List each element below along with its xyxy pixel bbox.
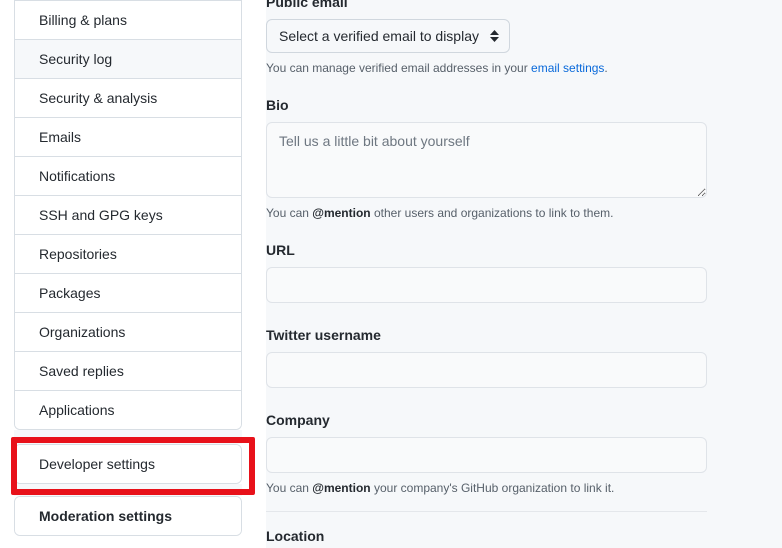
public-email-label: Public email [266,0,348,10]
url-label: URL [266,242,295,258]
sidebar-item-billing-plans[interactable]: Billing & plans [15,0,241,39]
public-email-select[interactable]: Select a verified email to display [266,19,510,53]
sidebar-item-moderation-settings[interactable]: Moderation settings [15,497,241,535]
twitter-username-input[interactable] [266,352,707,388]
public-email-select-wrap: Select a verified email to display [266,19,510,53]
bio-textarea[interactable] [266,122,707,198]
sidebar-item-ssh-gpg-keys[interactable]: SSH and GPG keys [15,195,241,234]
sidebar-item-organizations[interactable]: Organizations [15,312,241,351]
public-email-help-prefix: You can manage verified email addresses … [266,61,532,75]
field-location: Location [266,526,707,548]
company-label: Company [266,412,330,428]
location-label: Location [266,528,325,544]
field-bio: Bio You can @mention other users and org… [266,95,707,222]
company-help-suffix: your company's GitHub organization to li… [370,481,615,495]
field-twitter-username: Twitter username [266,325,707,388]
sidebar-item-packages[interactable]: Packages [15,273,241,312]
public-email-help: You can manage verified email addresses … [266,59,707,77]
profile-form-panel: Public email Select a verified email to … [266,0,782,548]
url-input[interactable] [266,267,707,303]
company-help-prefix: You can [266,481,313,495]
sidebar-gap-2 [14,484,242,496]
sidebar-item-notifications[interactable]: Notifications [15,156,241,195]
bio-label: Bio [266,97,289,113]
company-help: You can @mention your company's GitHub o… [266,479,707,497]
field-company: Company You can @mention your company's … [266,410,707,497]
sidebar-item-emails[interactable]: Emails [15,117,241,156]
bio-help-prefix: You can [266,206,313,220]
field-public-email: Public email Select a verified email to … [266,0,707,77]
email-settings-link[interactable]: email settings [531,61,604,75]
bio-help-suffix: other users and organizations to link to… [370,206,614,220]
bio-help-mention: @mention [312,206,371,220]
company-help-mention: @mention [312,481,371,495]
sidebar-item-security-analysis[interactable]: Security & analysis [15,78,241,117]
sidebar-nav-developer: Developer settings [14,444,242,484]
sidebar-item-repositories[interactable]: Repositories [15,234,241,273]
sidebar-nav-primary: Billing & plans Security log Security & … [14,0,242,430]
sidebar-item-saved-replies[interactable]: Saved replies [15,351,241,390]
settings-page: Billing & plans Security log Security & … [0,0,782,548]
sidebar-item-applications[interactable]: Applications [15,390,241,429]
sidebar-item-developer-settings[interactable]: Developer settings [15,445,241,483]
sidebar-nav-moderation: Moderation settings [14,496,242,536]
field-url: URL [266,240,707,303]
sidebar-item-security-log[interactable]: Security log [15,39,241,78]
public-email-help-suffix: . [604,61,608,75]
company-input[interactable] [266,437,707,473]
sidebar-gap [14,430,242,444]
bio-help: You can @mention other users and organiz… [266,204,707,222]
settings-sidebar: Billing & plans Security log Security & … [0,0,266,548]
twitter-username-label: Twitter username [266,327,381,343]
